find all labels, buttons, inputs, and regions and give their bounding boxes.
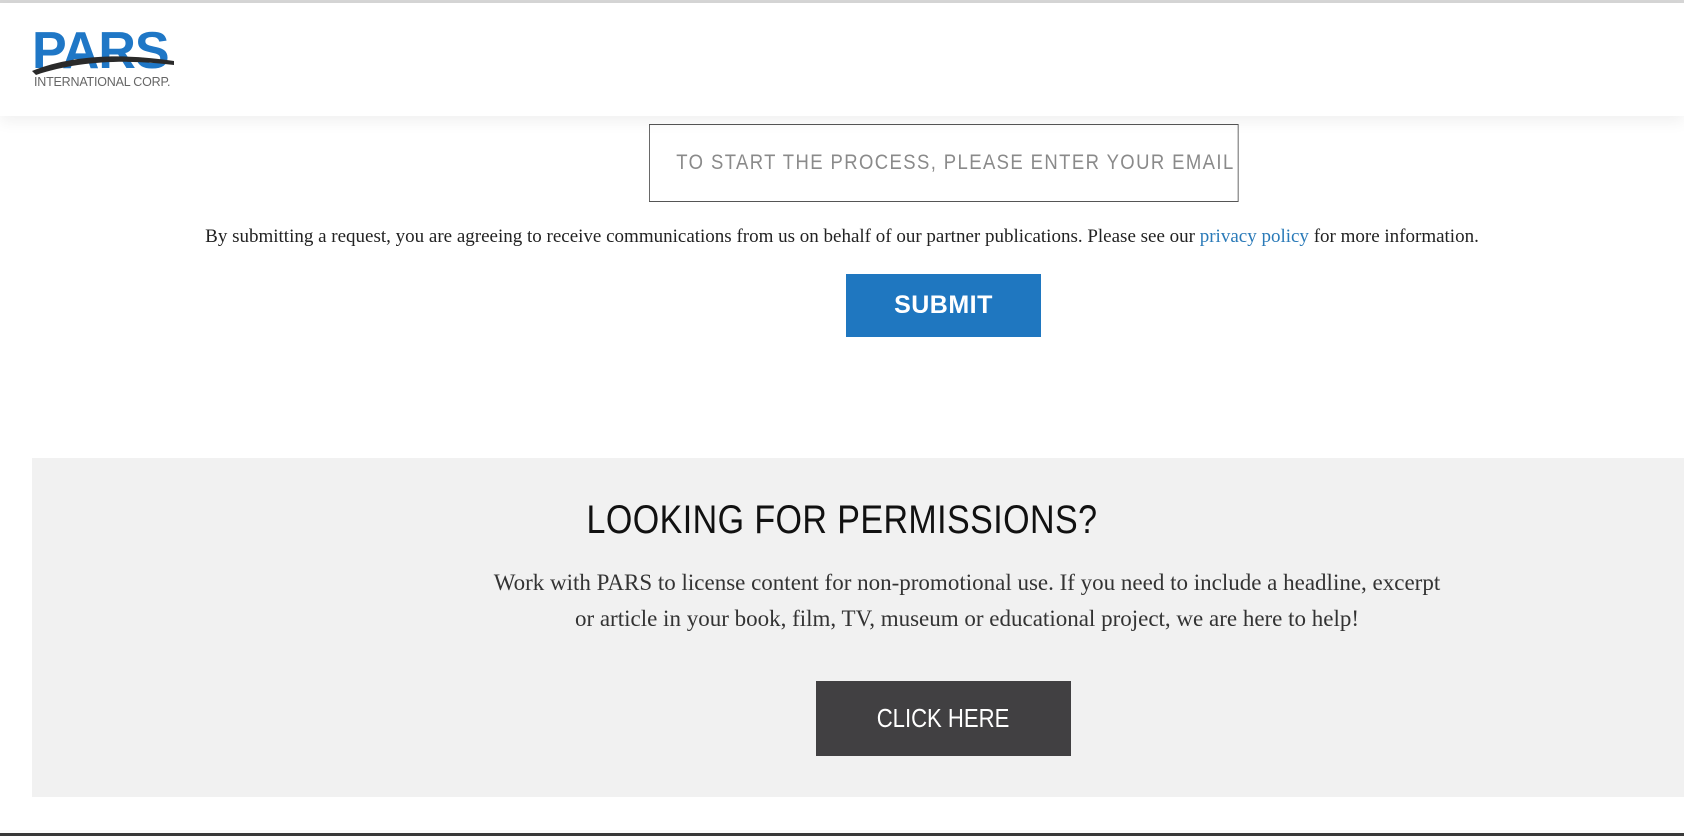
permissions-description: Work with PARS to license content for no… — [392, 565, 1542, 637]
logo-subtitle: INTERNATIONAL CORP. — [34, 75, 171, 89]
permissions-section: LOOKING FOR PERMISSIONS? Work with PARS … — [32, 458, 1684, 797]
privacy-policy-link[interactable]: privacy policy — [1200, 226, 1309, 247]
permissions-description-line-2: or article in your book, film, TV, museu… — [574, 606, 1360, 631]
email-field[interactable] — [649, 124, 1239, 202]
submit-button[interactable]: SUBMIT — [846, 274, 1041, 337]
request-form: By submitting a request, you are agreein… — [0, 116, 1684, 456]
permissions-title: LOOKING FOR PERMISSIONS? — [586, 498, 1098, 542]
click-here-label: CLICK HERE — [877, 703, 1010, 733]
click-here-button[interactable]: CLICK HERE — [816, 681, 1071, 756]
permissions-description-line-1: Work with PARS to license content for no… — [493, 570, 1441, 595]
pars-logo[interactable]: PARS INTERNATIONAL CORP. — [32, 25, 174, 89]
consent-text-after: for more information. — [1308, 226, 1479, 247]
consent-text: By submitting a request, you are agreein… — [0, 226, 1684, 248]
site-header: PARS INTERNATIONAL CORP. — [0, 3, 1684, 116]
consent-text-before: By submitting a request, you are agreein… — [205, 226, 1200, 247]
